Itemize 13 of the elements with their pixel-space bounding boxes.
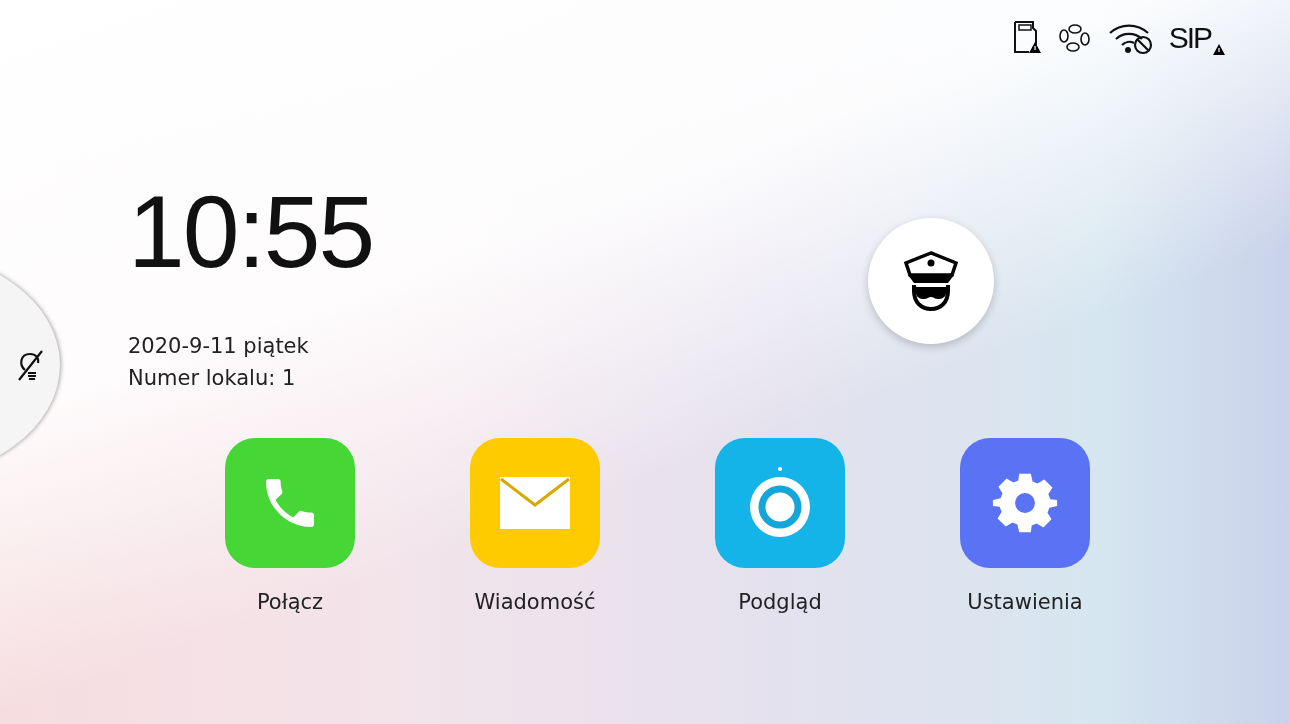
date-text: 2020-9-11 piątek	[128, 333, 310, 360]
app-launcher-button[interactable]: Podgląd	[715, 438, 845, 614]
app-launcher-button[interactable]: Ustawienia	[960, 438, 1090, 614]
sip-status-text: SIP	[1168, 21, 1211, 55]
light-off-icon	[16, 348, 46, 382]
envelope-icon	[499, 476, 571, 530]
warning-icon	[1212, 43, 1226, 55]
guard-call-button[interactable]	[868, 218, 994, 344]
clock-time: 10:55	[128, 182, 375, 282]
app-launcher-button[interactable]: Połącz	[225, 438, 355, 614]
apartment-number-text: Numer lokalu: 1	[128, 365, 297, 392]
network-icon	[1056, 22, 1093, 54]
app-launcher-button[interactable]: Wiadomość	[470, 438, 600, 614]
